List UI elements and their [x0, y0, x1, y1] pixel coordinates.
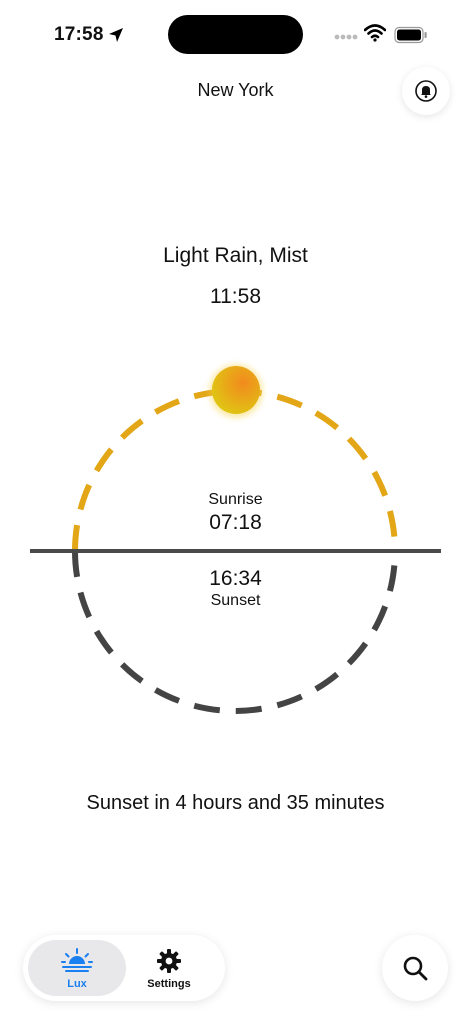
- dynamic-island: [168, 15, 303, 54]
- status-bar: 17:58: [0, 0, 471, 70]
- notifications-button[interactable]: [402, 67, 450, 115]
- weather-condition: Light Rain, Mist: [163, 244, 308, 267]
- sunrise-icon: [61, 948, 93, 972]
- tab-lux[interactable]: Lux: [28, 940, 126, 996]
- sunset-label: Sunset: [210, 592, 261, 609]
- city-name: New York: [197, 80, 274, 100]
- cellular-signal-icon: [334, 34, 358, 40]
- gear-icon: [157, 949, 181, 973]
- wifi-icon: [364, 24, 386, 42]
- sunset-countdown: Sunset in 4 hours and 35 minutes: [86, 792, 385, 814]
- search-button[interactable]: [382, 935, 448, 1001]
- tab-settings-label: Settings: [147, 978, 191, 990]
- sun-marker: [212, 366, 260, 414]
- location-arrow-icon: [109, 28, 123, 42]
- sunset-time: 16:34: [209, 567, 262, 590]
- tab-settings[interactable]: Settings: [120, 940, 218, 996]
- current-time: 11:58: [210, 285, 261, 308]
- tab-bar: Lux Settings: [23, 935, 225, 1001]
- search-icon: [403, 956, 428, 981]
- tab-lux-label: Lux: [67, 978, 87, 990]
- sunrise-time: 07:18: [209, 511, 262, 534]
- status-time: 17:58: [54, 24, 104, 45]
- sunrise-label: Sunrise: [208, 491, 263, 508]
- battery-icon: [394, 26, 427, 44]
- sun-path-diagram: [30, 364, 441, 714]
- bell-icon: [415, 80, 437, 102]
